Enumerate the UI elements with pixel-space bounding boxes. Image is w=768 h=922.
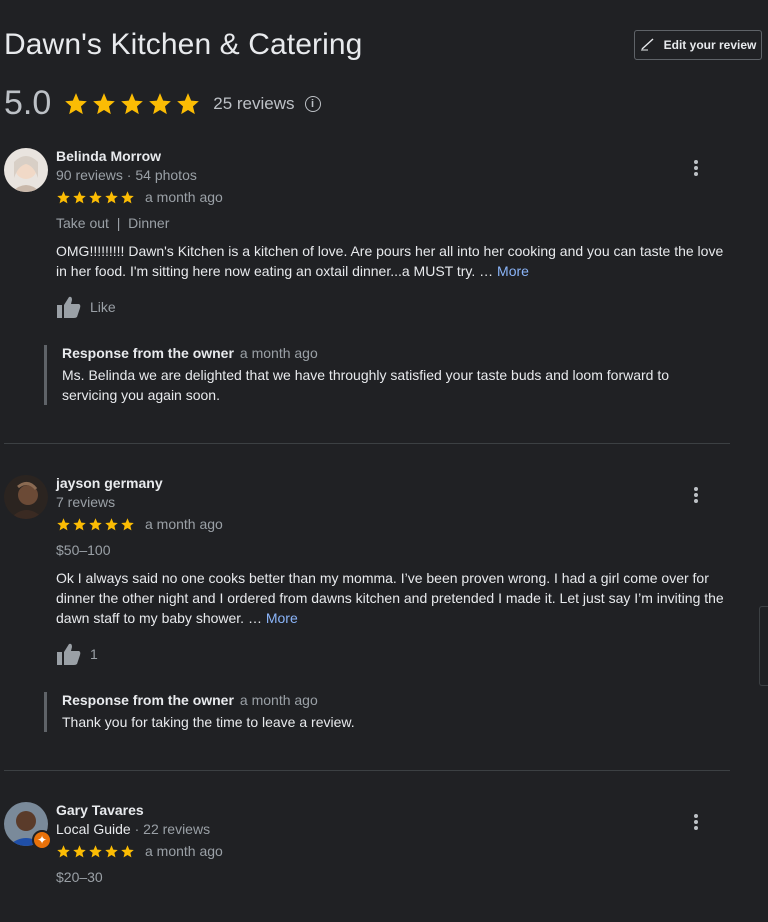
owner-response-text: Thank you for taking the time to leave a… <box>62 714 355 730</box>
like-button[interactable]: 1 <box>56 642 738 666</box>
like-count: 1 <box>90 646 98 662</box>
thumbs-up-icon <box>57 296 81 318</box>
pencil-icon <box>640 36 656 55</box>
star-icon <box>105 190 118 203</box>
avatar[interactable] <box>4 475 48 519</box>
divider <box>4 770 730 771</box>
review-body: jayson germany 7 reviews a month ago $50… <box>56 475 738 666</box>
review-text: Ok I always said no one cooks better tha… <box>56 568 738 628</box>
review-tags: $50–100 <box>56 542 111 558</box>
star-icon <box>89 844 102 857</box>
review-text: OMG!!!!!!!!! Dawn's Kitchen is a kitchen… <box>56 241 738 281</box>
review-time: a month ago <box>145 843 223 859</box>
review-time: a month ago <box>145 189 223 205</box>
more-link[interactable]: More <box>497 263 529 279</box>
owner-response-heading: Response from the owner <box>62 345 234 361</box>
thumbs-up-icon <box>57 643 81 665</box>
review-stars <box>56 190 135 205</box>
local-guide-label: Local Guide <box>56 821 131 837</box>
star-icon <box>73 844 86 857</box>
rating-summary: 5.0 25 reviews i <box>4 84 321 123</box>
review-text-content: OMG!!!!!!!!! Dawn's Kitchen is a kitchen… <box>56 243 724 279</box>
star-icon <box>121 92 144 114</box>
review-tags: Take out | Dinner <box>56 215 170 231</box>
owner-response: Response from the owner a month ago Thank… <box>44 692 708 732</box>
reviewer-name[interactable]: Gary Tavares <box>56 802 738 818</box>
star-icon <box>57 190 70 203</box>
owner-response-text: Ms. Belinda we are delighted that we hav… <box>62 367 670 403</box>
star-icon <box>57 517 70 530</box>
review-body: Gary Tavares Local Guide · 22 reviews a … <box>56 802 738 885</box>
reviewer-name[interactable]: jayson germany <box>56 475 738 491</box>
star-icon <box>73 190 86 203</box>
avatar[interactable]: ✦ <box>4 802 52 850</box>
star-icon <box>57 844 70 857</box>
divider <box>4 443 730 444</box>
review-time: a month ago <box>145 516 223 532</box>
info-icon[interactable]: i <box>304 95 321 112</box>
reviewer-review-count: · 22 reviews <box>130 821 211 837</box>
owner-response-heading: Response from the owner <box>62 692 234 708</box>
owner-response-time: a month ago <box>239 345 318 361</box>
star-icon <box>121 190 134 203</box>
review-rating-row: a month ago <box>56 516 738 532</box>
like-label: Like <box>90 299 116 315</box>
star-icon <box>121 517 134 530</box>
avatar[interactable] <box>4 148 48 192</box>
edit-your-review-label: Edit your review <box>663 38 757 52</box>
average-rating: 5.0 <box>4 84 52 122</box>
star-icon <box>73 517 86 530</box>
star-icon <box>89 190 102 203</box>
review-count[interactable]: 25 reviews <box>213 94 294 114</box>
review-tags: $20–30 <box>56 869 103 885</box>
review-stars <box>56 517 135 532</box>
star-icon <box>89 517 102 530</box>
reviewer-meta: 7 reviews <box>56 494 116 510</box>
reviewer-name[interactable]: Belinda Morrow <box>56 148 738 164</box>
review-stars <box>56 844 135 859</box>
review-rating-row: a month ago <box>56 189 738 205</box>
review-rating-row: a month ago <box>56 843 738 859</box>
owner-response-time: a month ago <box>239 692 318 708</box>
reviewer-meta: 90 reviews · 54 photos <box>56 167 197 183</box>
star-icon <box>121 844 134 857</box>
star-icon <box>105 517 118 530</box>
review-body: Belinda Morrow 90 reviews · 54 photos a … <box>56 148 738 319</box>
more-link[interactable]: More <box>266 610 298 626</box>
star-icon <box>177 92 200 114</box>
local-guide-badge-icon: ✦ <box>32 830 52 850</box>
more-vert-icon[interactable] <box>694 814 698 830</box>
star-icon <box>105 844 118 857</box>
reviewer-meta: Local Guide · 22 reviews <box>56 821 738 837</box>
more-vert-icon[interactable] <box>694 487 698 503</box>
scrollbar[interactable] <box>759 606 768 686</box>
owner-response: Response from the owner a month ago Ms. B… <box>44 345 708 405</box>
review-text-content: Ok I always said no one cooks better tha… <box>56 570 724 626</box>
star-icon <box>149 92 172 114</box>
edit-your-review-button[interactable]: Edit your review <box>634 30 762 60</box>
like-button[interactable]: Like <box>56 295 738 319</box>
average-stars <box>63 91 201 117</box>
more-vert-icon[interactable] <box>694 160 698 176</box>
star-icon <box>65 92 88 114</box>
star-icon <box>93 92 116 114</box>
